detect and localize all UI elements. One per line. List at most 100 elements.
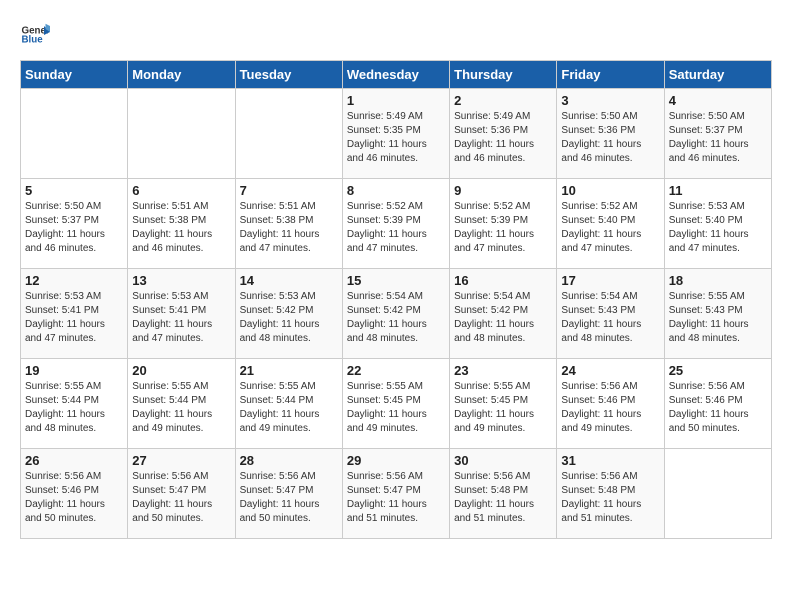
day-number: 3 xyxy=(561,93,659,108)
calendar-cell: 18 Sunrise: 5:55 AM Sunset: 5:43 PM Dayli… xyxy=(664,269,771,359)
day-info: Sunrise: 5:50 AM Sunset: 5:37 PM Dayligh… xyxy=(669,110,767,166)
day-number: 6 xyxy=(132,183,230,198)
day-info: Sunrise: 5:52 AM Sunset: 5:40 PM Dayligh… xyxy=(561,200,659,256)
calendar-cell: 23 Sunrise: 5:55 AM Sunset: 5:45 PM Dayli… xyxy=(450,359,557,449)
logo-icon: General Blue xyxy=(20,20,50,50)
calendar-cell xyxy=(664,449,771,539)
day-number: 18 xyxy=(669,273,767,288)
day-number: 22 xyxy=(347,363,445,378)
calendar-cell: 12 Sunrise: 5:53 AM Sunset: 5:41 PM Dayli… xyxy=(21,269,128,359)
day-number: 29 xyxy=(347,453,445,468)
day-number: 25 xyxy=(669,363,767,378)
day-info: Sunrise: 5:56 AM Sunset: 5:46 PM Dayligh… xyxy=(669,380,767,436)
header-monday: Monday xyxy=(128,61,235,89)
day-info: Sunrise: 5:55 AM Sunset: 5:45 PM Dayligh… xyxy=(454,380,552,436)
day-number: 28 xyxy=(240,453,338,468)
day-info: Sunrise: 5:56 AM Sunset: 5:46 PM Dayligh… xyxy=(561,380,659,436)
day-number: 5 xyxy=(25,183,123,198)
calendar-cell: 8 Sunrise: 5:52 AM Sunset: 5:39 PM Daylig… xyxy=(342,179,449,269)
header-wednesday: Wednesday xyxy=(342,61,449,89)
day-info: Sunrise: 5:55 AM Sunset: 5:44 PM Dayligh… xyxy=(240,380,338,436)
header-saturday: Saturday xyxy=(664,61,771,89)
calendar-cell: 3Sunrise: 5:50 AM Sunset: 5:36 PM Daylig… xyxy=(557,89,664,179)
day-info: Sunrise: 5:49 AM Sunset: 5:36 PM Dayligh… xyxy=(454,110,552,166)
day-number: 8 xyxy=(347,183,445,198)
header-tuesday: Tuesday xyxy=(235,61,342,89)
day-number: 30 xyxy=(454,453,552,468)
calendar-table: SundayMondayTuesdayWednesdayThursdayFrid… xyxy=(20,60,772,539)
day-info: Sunrise: 5:56 AM Sunset: 5:47 PM Dayligh… xyxy=(132,470,230,526)
calendar-cell: 4 Sunrise: 5:50 AM Sunset: 5:37 PM Daylig… xyxy=(664,89,771,179)
calendar-week-row: 26Sunrise: 5:56 AM Sunset: 5:46 PM Dayli… xyxy=(21,449,772,539)
day-info: Sunrise: 5:55 AM Sunset: 5:45 PM Dayligh… xyxy=(347,380,445,436)
day-number: 27 xyxy=(132,453,230,468)
calendar-cell: 20Sunrise: 5:55 AM Sunset: 5:44 PM Dayli… xyxy=(128,359,235,449)
calendar-cell: 1 Sunrise: 5:49 AM Sunset: 5:35 PM Daylig… xyxy=(342,89,449,179)
calendar-cell: 21 Sunrise: 5:55 AM Sunset: 5:44 PM Dayli… xyxy=(235,359,342,449)
day-number: 23 xyxy=(454,363,552,378)
day-info: Sunrise: 5:51 AM Sunset: 5:38 PM Dayligh… xyxy=(240,200,338,256)
day-number: 19 xyxy=(25,363,123,378)
day-number: 16 xyxy=(454,273,552,288)
calendar-cell xyxy=(21,89,128,179)
calendar-cell: 31Sunrise: 5:56 AM Sunset: 5:48 PM Dayli… xyxy=(557,449,664,539)
day-info: Sunrise: 5:49 AM Sunset: 5:35 PM Dayligh… xyxy=(347,110,445,166)
calendar-cell: 6Sunrise: 5:51 AM Sunset: 5:38 PM Daylig… xyxy=(128,179,235,269)
calendar-week-row: 1 Sunrise: 5:49 AM Sunset: 5:35 PM Daylig… xyxy=(21,89,772,179)
calendar-cell: 16Sunrise: 5:54 AM Sunset: 5:42 PM Dayli… xyxy=(450,269,557,359)
calendar-cell: 2 Sunrise: 5:49 AM Sunset: 5:36 PM Daylig… xyxy=(450,89,557,179)
day-info: Sunrise: 5:56 AM Sunset: 5:47 PM Dayligh… xyxy=(240,470,338,526)
calendar-cell: 13 Sunrise: 5:53 AM Sunset: 5:41 PM Dayli… xyxy=(128,269,235,359)
header-thursday: Thursday xyxy=(450,61,557,89)
calendar-header-row: SundayMondayTuesdayWednesdayThursdayFrid… xyxy=(21,61,772,89)
calendar-week-row: 12 Sunrise: 5:53 AM Sunset: 5:41 PM Dayli… xyxy=(21,269,772,359)
day-number: 13 xyxy=(132,273,230,288)
day-number: 10 xyxy=(561,183,659,198)
logo: General Blue xyxy=(20,20,50,50)
day-info: Sunrise: 5:56 AM Sunset: 5:48 PM Dayligh… xyxy=(454,470,552,526)
calendar-cell: 28 Sunrise: 5:56 AM Sunset: 5:47 PM Dayli… xyxy=(235,449,342,539)
header-sunday: Sunday xyxy=(21,61,128,89)
day-info: Sunrise: 5:56 AM Sunset: 5:46 PM Dayligh… xyxy=(25,470,123,526)
calendar-cell xyxy=(235,89,342,179)
calendar-cell: 15 Sunrise: 5:54 AM Sunset: 5:42 PM Dayli… xyxy=(342,269,449,359)
day-info: Sunrise: 5:55 AM Sunset: 5:43 PM Dayligh… xyxy=(669,290,767,346)
day-info: Sunrise: 5:54 AM Sunset: 5:42 PM Dayligh… xyxy=(347,290,445,346)
day-info: Sunrise: 5:56 AM Sunset: 5:47 PM Dayligh… xyxy=(347,470,445,526)
day-info: Sunrise: 5:53 AM Sunset: 5:40 PM Dayligh… xyxy=(669,200,767,256)
day-number: 4 xyxy=(669,93,767,108)
header-friday: Friday xyxy=(557,61,664,89)
day-number: 1 xyxy=(347,93,445,108)
calendar-cell: 5Sunrise: 5:50 AM Sunset: 5:37 PM Daylig… xyxy=(21,179,128,269)
calendar-week-row: 19 Sunrise: 5:55 AM Sunset: 5:44 PM Dayli… xyxy=(21,359,772,449)
calendar-cell: 30 Sunrise: 5:56 AM Sunset: 5:48 PM Dayli… xyxy=(450,449,557,539)
day-info: Sunrise: 5:55 AM Sunset: 5:44 PM Dayligh… xyxy=(25,380,123,436)
calendar-cell: 25 Sunrise: 5:56 AM Sunset: 5:46 PM Dayli… xyxy=(664,359,771,449)
calendar-cell: 17Sunrise: 5:54 AM Sunset: 5:43 PM Dayli… xyxy=(557,269,664,359)
day-number: 21 xyxy=(240,363,338,378)
day-info: Sunrise: 5:52 AM Sunset: 5:39 PM Dayligh… xyxy=(347,200,445,256)
calendar-cell: 11 Sunrise: 5:53 AM Sunset: 5:40 PM Dayli… xyxy=(664,179,771,269)
day-info: Sunrise: 5:53 AM Sunset: 5:42 PM Dayligh… xyxy=(240,290,338,346)
day-info: Sunrise: 5:56 AM Sunset: 5:48 PM Dayligh… xyxy=(561,470,659,526)
calendar-cell: 22 Sunrise: 5:55 AM Sunset: 5:45 PM Dayli… xyxy=(342,359,449,449)
calendar-cell: 29 Sunrise: 5:56 AM Sunset: 5:47 PM Dayli… xyxy=(342,449,449,539)
day-info: Sunrise: 5:52 AM Sunset: 5:39 PM Dayligh… xyxy=(454,200,552,256)
day-number: 11 xyxy=(669,183,767,198)
svg-text:Blue: Blue xyxy=(22,35,44,46)
day-info: Sunrise: 5:53 AM Sunset: 5:41 PM Dayligh… xyxy=(25,290,123,346)
calendar-cell: 9Sunrise: 5:52 AM Sunset: 5:39 PM Daylig… xyxy=(450,179,557,269)
calendar-week-row: 5Sunrise: 5:50 AM Sunset: 5:37 PM Daylig… xyxy=(21,179,772,269)
calendar-cell: 10 Sunrise: 5:52 AM Sunset: 5:40 PM Dayli… xyxy=(557,179,664,269)
day-number: 2 xyxy=(454,93,552,108)
day-number: 12 xyxy=(25,273,123,288)
calendar-cell: 24 Sunrise: 5:56 AM Sunset: 5:46 PM Dayli… xyxy=(557,359,664,449)
day-info: Sunrise: 5:53 AM Sunset: 5:41 PM Dayligh… xyxy=(132,290,230,346)
calendar-cell: 14 Sunrise: 5:53 AM Sunset: 5:42 PM Dayli… xyxy=(235,269,342,359)
day-number: 14 xyxy=(240,273,338,288)
day-number: 15 xyxy=(347,273,445,288)
calendar-cell xyxy=(128,89,235,179)
calendar-cell: 19 Sunrise: 5:55 AM Sunset: 5:44 PM Dayli… xyxy=(21,359,128,449)
day-number: 20 xyxy=(132,363,230,378)
day-number: 24 xyxy=(561,363,659,378)
